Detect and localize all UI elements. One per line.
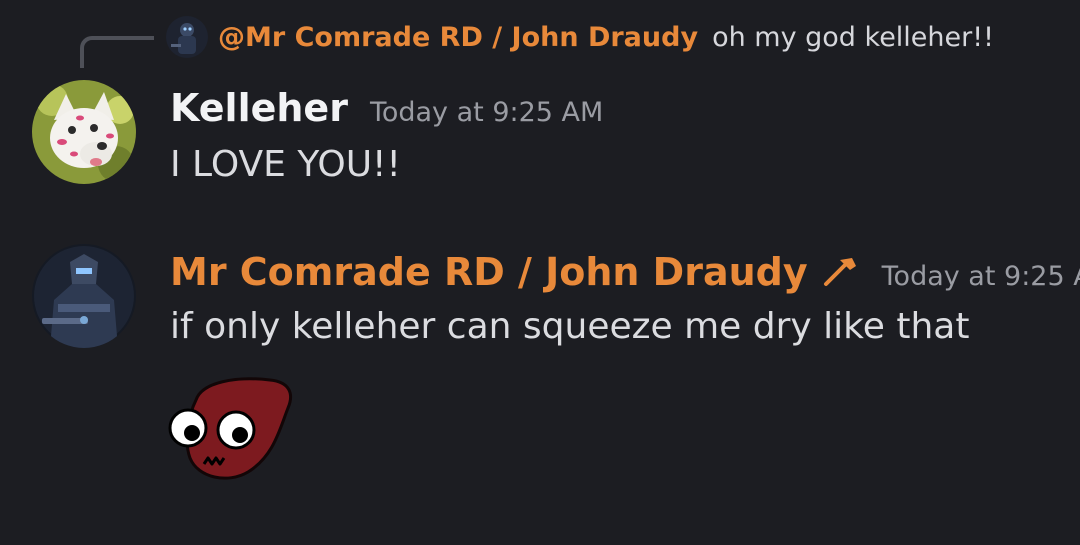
- reply-author-name[interactable]: @Mr Comrade RD / John Draudy: [218, 22, 698, 53]
- message-text: I LOVE YOU!!: [170, 144, 401, 185]
- reply-preview-text[interactable]: oh my god kelleher!!: [712, 22, 994, 53]
- kelleher-username[interactable]: Kelleher: [170, 86, 348, 130]
- reply-author-avatar[interactable]: [166, 16, 208, 58]
- message-text: if only kelleher can squeeze me dry like…: [170, 306, 970, 347]
- chat-window: @Mr Comrade RD / John Draudy oh my god k…: [0, 0, 1080, 545]
- message-timestamp[interactable]: Today at 9:25 AM: [882, 261, 1080, 292]
- mr-comrade-username[interactable]: Mr Comrade RD / John Draudy: [170, 250, 808, 294]
- reply-reference[interactable]: @Mr Comrade RD / John Draudy oh my god k…: [166, 14, 994, 60]
- mr-comrade-avatar[interactable]: [32, 244, 136, 348]
- message-timestamp[interactable]: Today at 9:25 AM: [370, 97, 603, 128]
- googly-eyed-blob-sticker[interactable]: [166, 372, 298, 484]
- hammer-icon: [820, 256, 860, 288]
- kelleher-avatar[interactable]: [32, 80, 136, 184]
- reply-connector-line: [80, 36, 154, 68]
